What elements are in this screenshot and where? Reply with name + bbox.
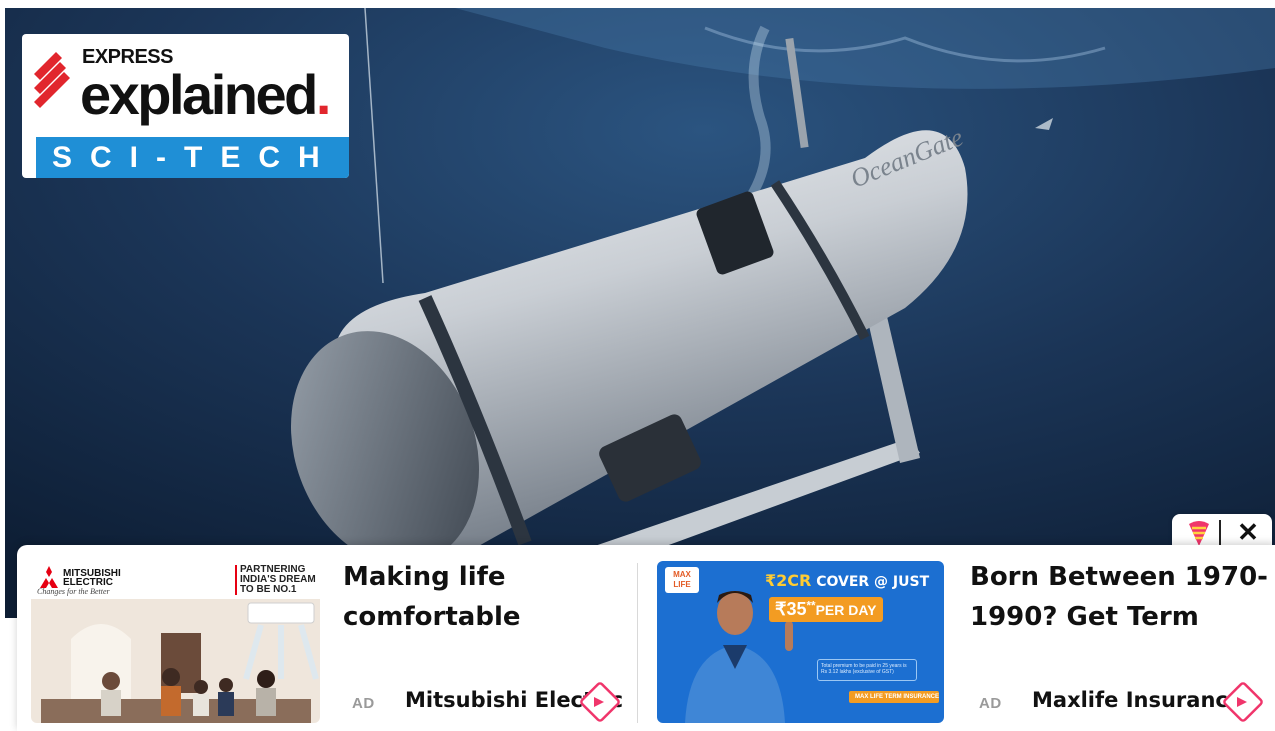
article-page: OceanGate EXPRESS explained. SCI-TECH ✕ [0, 0, 1275, 731]
price-suffix: PER DAY [815, 602, 877, 618]
mitsubishi-header: MITSUBISHI ELECTRIC Changes for the Bett… [31, 561, 320, 599]
ad-card-maxlife[interactable]: MAX LIFE ₹2CR COVER @ JUST ₹35**PER DAY … [639, 545, 1275, 731]
mitsubishi-tagline: Changes for the Better [37, 587, 110, 596]
express-explained-badge: EXPRESS explained. SCI-TECH [22, 34, 349, 178]
ad-label: AD [352, 695, 375, 712]
badge-dot: . [315, 63, 332, 126]
mitsubishi-logo-text: MITSUBISHI ELECTRIC [63, 569, 121, 588]
price-value: ₹35 [775, 599, 807, 619]
arrow-right-icon[interactable] [577, 679, 623, 725]
cover-amount: ₹2CR [765, 571, 812, 590]
price-sup: ** [806, 599, 816, 613]
maxlife-strip: MAX LIFE TERM INSURANCE [849, 691, 939, 703]
family-living-room-illustration [31, 599, 320, 723]
badge-explained-text: explained. [80, 60, 332, 130]
arrow-right-icon[interactable] [1220, 679, 1266, 725]
badge-word: explained [80, 63, 318, 126]
sponsored-ads-bar: MITSUBISHI ELECTRIC Changes for the Bett… [17, 545, 1275, 731]
ad-advertiser[interactable]: Maxlife Insurance [1032, 688, 1242, 712]
mitsubishi-diamonds-icon [40, 566, 58, 588]
close-icon[interactable]: ✕ [1235, 519, 1261, 545]
express-flame-icon [34, 52, 70, 108]
ad-card-mitsubishi[interactable]: MITSUBISHI ELECTRIC Changes for the Bett… [17, 545, 637, 731]
maxlife-fine-print: Total premium to be paid in 25 years is … [817, 659, 917, 681]
ad-divider [637, 563, 638, 723]
mitsubishi-logo-line2: ELECTRIC [63, 577, 113, 588]
maxlife-cover-text: ₹2CR COVER @ JUST [765, 571, 929, 590]
ad-label: AD [979, 695, 1002, 712]
mitsubishi-partner-text: PARTNERING INDIA'S DREAM TO BE NO.1 [235, 565, 316, 595]
badge-logo-area: EXPRESS explained. [22, 34, 349, 137]
ad-network-icon[interactable] [1186, 518, 1212, 548]
maxlife-price-badge: ₹35**PER DAY [769, 597, 883, 622]
ad-image-maxlife[interactable]: MAX LIFE ₹2CR COVER @ JUST ₹35**PER DAY … [657, 561, 944, 723]
ad-image-mitsubishi[interactable]: MITSUBISHI ELECTRIC Changes for the Bett… [31, 561, 320, 723]
spokesperson-illustration [685, 591, 793, 723]
partner-line3: TO BE NO.1 [240, 584, 297, 595]
badge-section-label: SCI-TECH [36, 137, 349, 178]
cover-suffix: COVER @ JUST [811, 574, 930, 590]
ad-tab-separator [1219, 520, 1221, 546]
ad-headline[interactable]: Born Between 1970-1990? Get Term Life.. [970, 557, 1275, 637]
ad-headline[interactable]: Making life comfortable [343, 557, 643, 637]
